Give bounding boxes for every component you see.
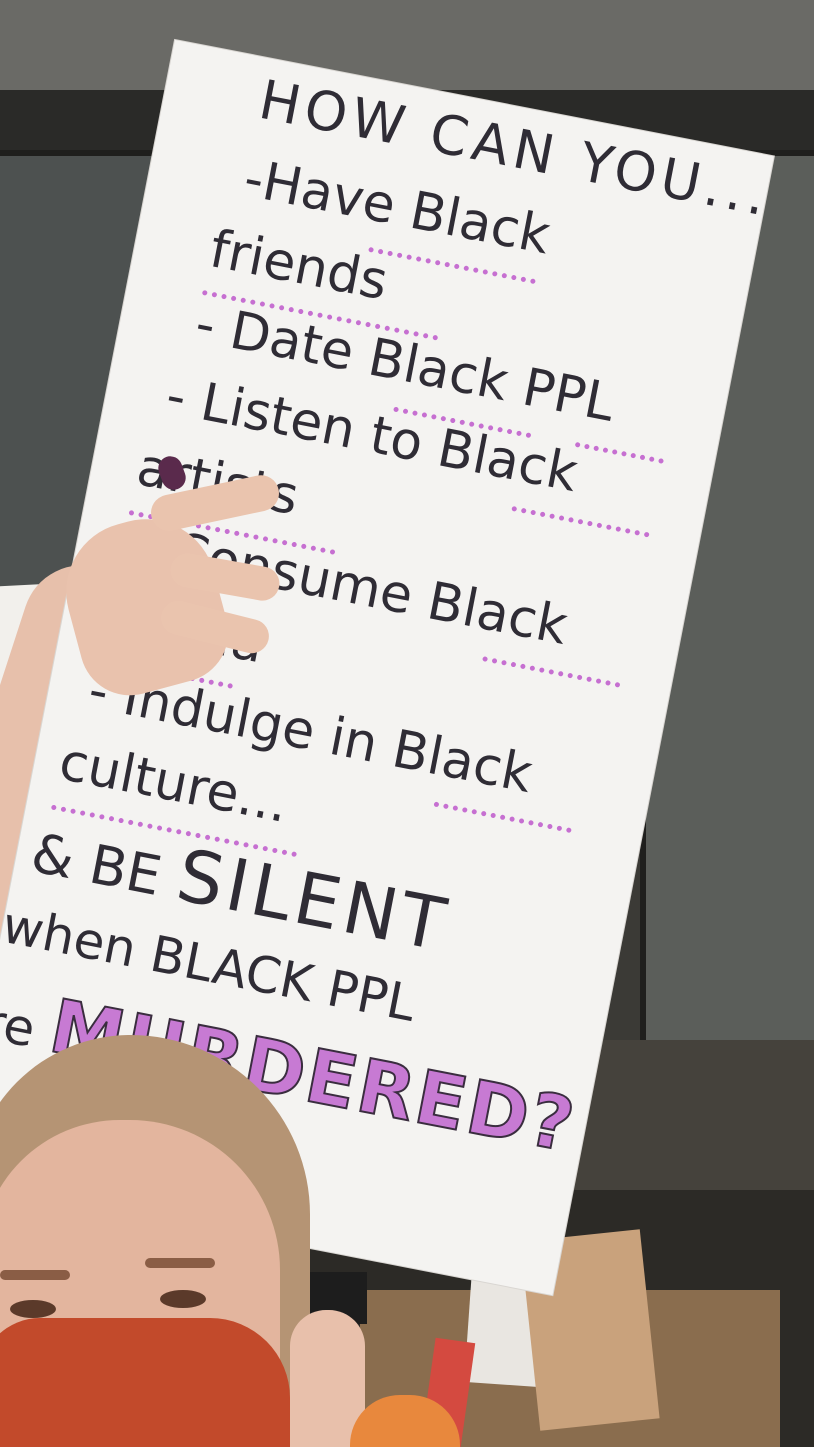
pink-squiggle-underline [511,498,652,538]
sign-be: & BE [26,821,184,912]
eye [160,1290,206,1308]
red-face-mask [0,1318,290,1447]
eyebrow [0,1270,70,1280]
building-facade [0,0,814,90]
pink-squiggle-underline [574,433,666,464]
eye [10,1300,56,1318]
eyebrow [145,1258,215,1268]
photo-scene: HOW CAN YOU... -Have Black friends - Dat… [0,0,814,1447]
